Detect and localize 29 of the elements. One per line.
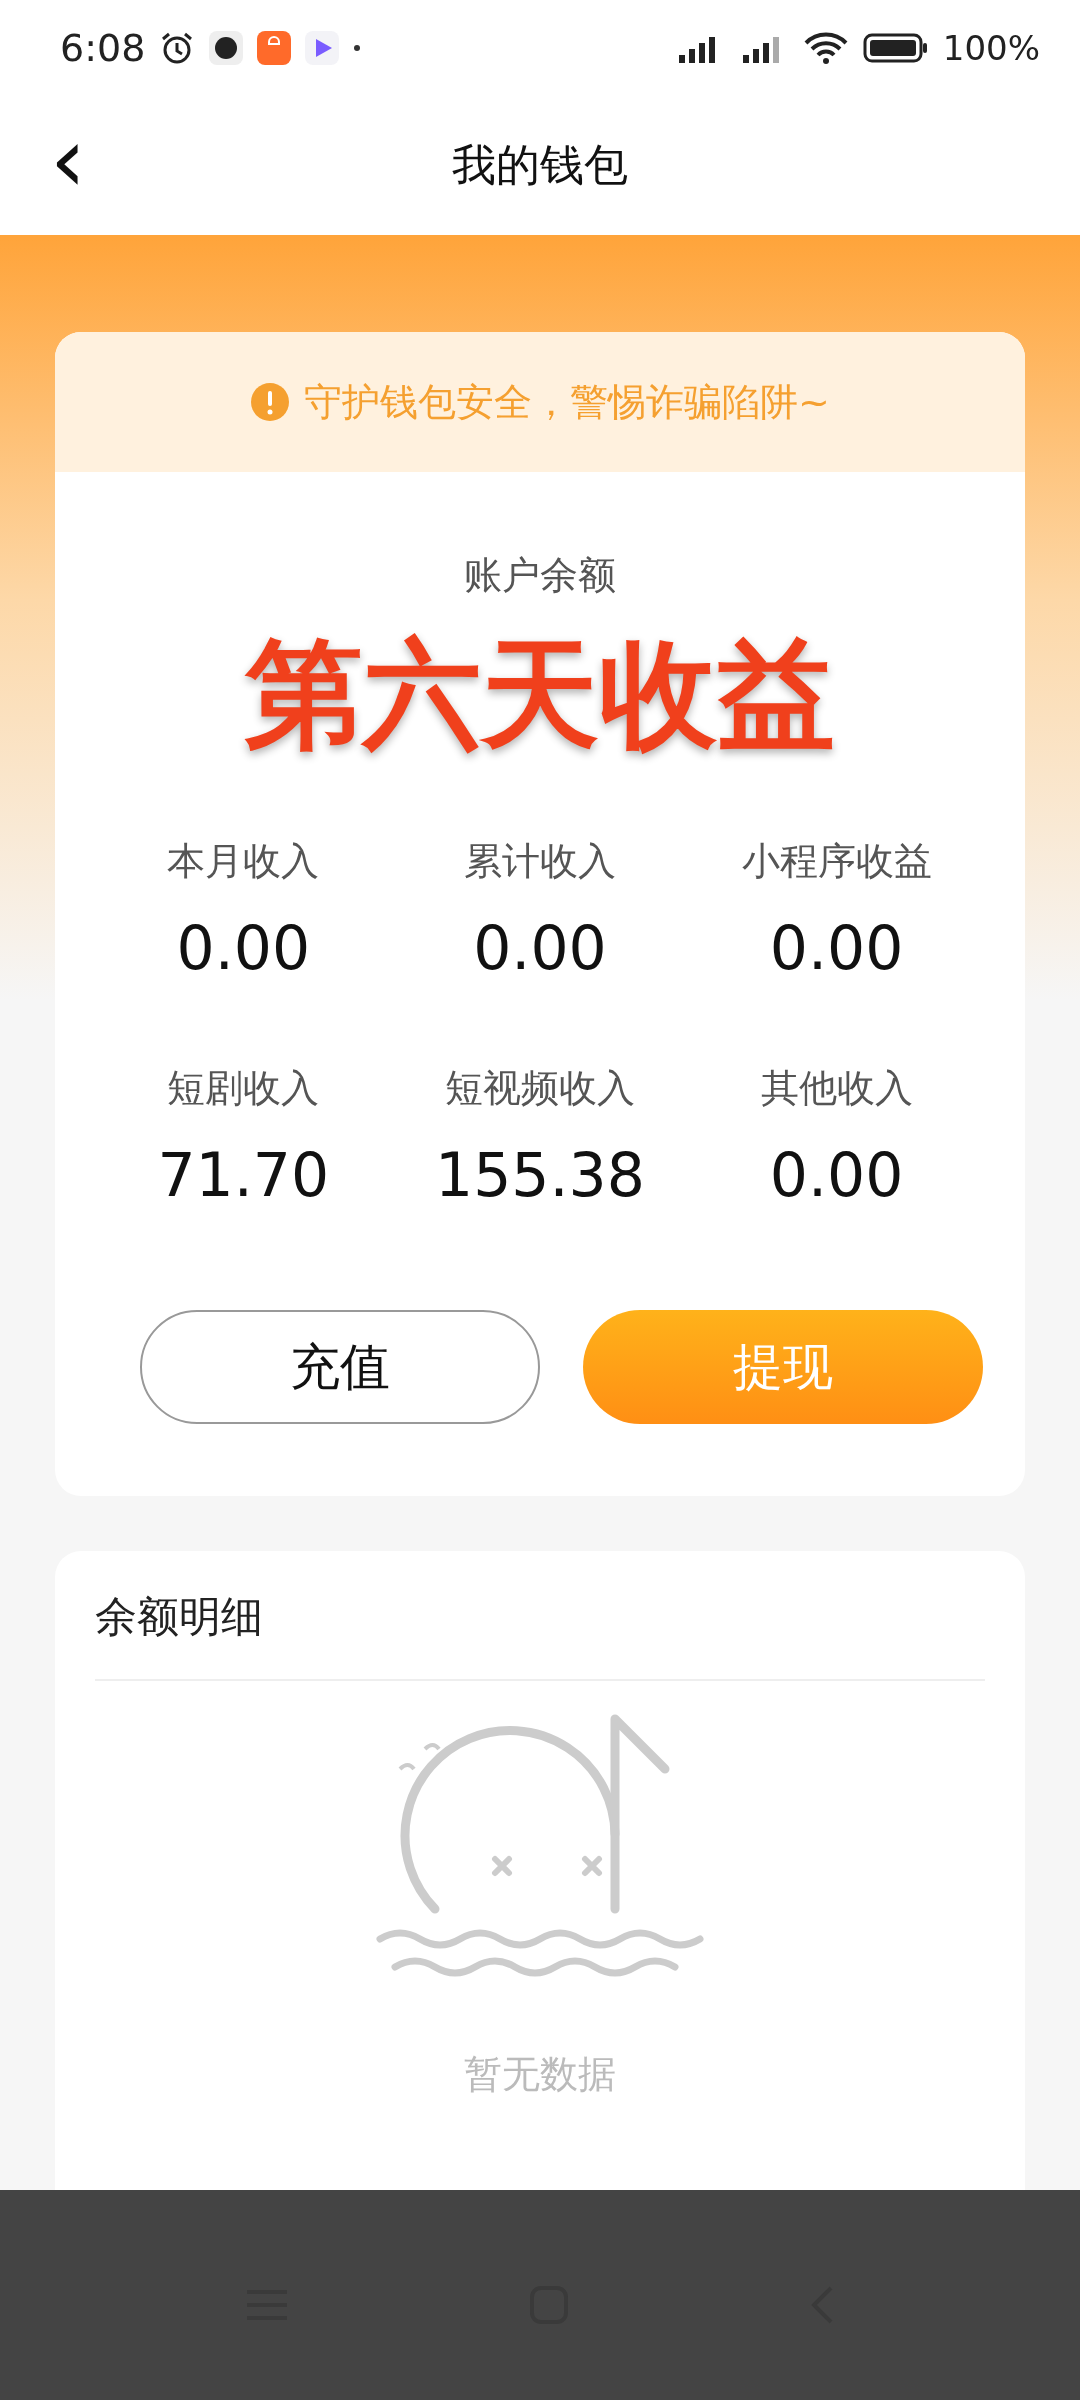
stat-value: 0.00	[473, 913, 607, 983]
stat-label: 本月收入	[167, 838, 320, 885]
warning-icon	[250, 382, 291, 422]
play-app-icon	[305, 30, 340, 65]
stat-value: 0.00	[176, 913, 311, 983]
status-time: 6:08	[60, 25, 146, 70]
app-notification-icon	[209, 30, 244, 65]
dot-icon	[353, 43, 362, 52]
empty-text: 暂无数据	[464, 2051, 616, 2098]
battery-icon	[862, 32, 929, 63]
stat-value: 71.70	[157, 1140, 330, 1210]
recharge-button[interactable]: 充值	[140, 1310, 540, 1424]
details-title: 余额明细	[95, 1591, 263, 1643]
overlay-caption: 第六天收益	[245, 624, 835, 765]
stat-label: 短剧收入	[167, 1065, 320, 1112]
back-button[interactable]: ‹	[40, 115, 96, 205]
page-title: 我的钱包	[452, 137, 628, 192]
stat-label: 累计收入	[464, 838, 616, 885]
notice-text: 守护钱包安全，警惕诈骗陷阱~	[304, 378, 830, 426]
shopping-app-icon	[257, 30, 292, 65]
stat-value: 0.00	[769, 913, 904, 983]
stat-label: 短视频收入	[445, 1065, 635, 1112]
stat-label: 小程序收益	[741, 838, 932, 885]
battery-percent: 100%	[942, 27, 1040, 68]
wifi-icon	[802, 30, 849, 65]
stat-label: 其他收入	[760, 1065, 913, 1112]
stat-value: 0.00	[769, 1140, 904, 1210]
balance-label: 账户余额	[463, 552, 617, 599]
stat-value: 155.38	[435, 1140, 645, 1210]
